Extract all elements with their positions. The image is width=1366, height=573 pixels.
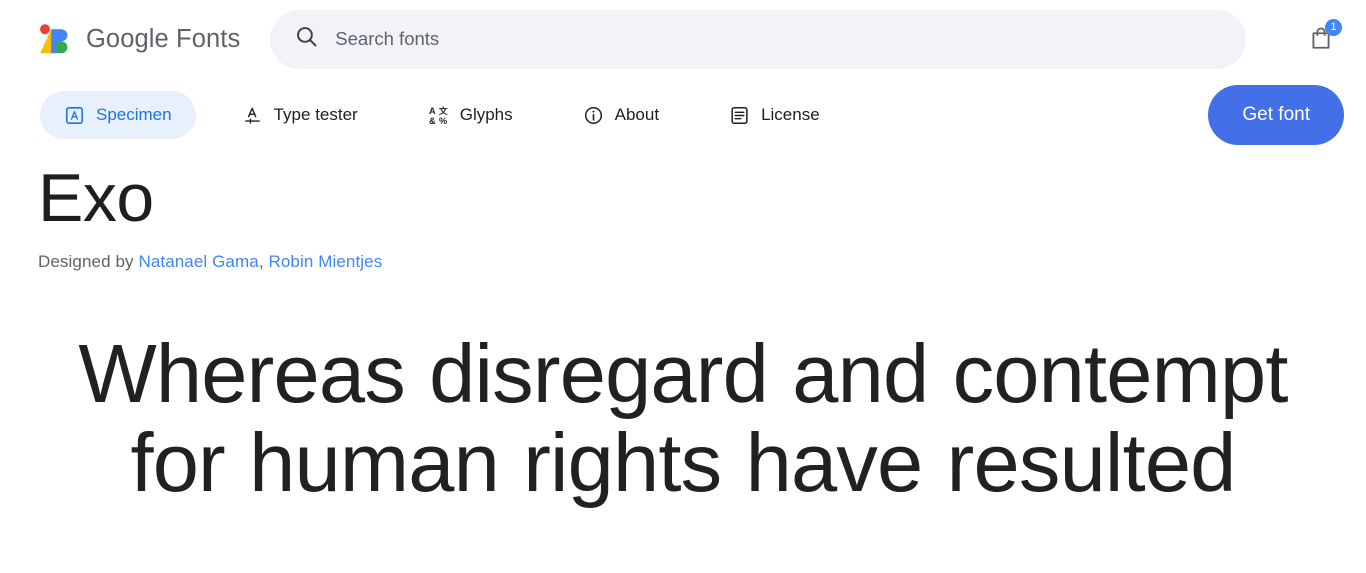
tab-type-tester-label: Type tester [273, 105, 358, 124]
search-input[interactable] [335, 9, 1225, 69]
tab-glyphs[interactable]: A 文 & % Glyphs [404, 91, 537, 139]
specimen-preview-text: Whereas disregard and contempt for human… [78, 327, 1288, 509]
tab-type-tester[interactable]: Type tester [218, 91, 382, 139]
svg-text:A: A [429, 105, 436, 115]
google-fonts-brand[interactable]: Google Fonts [38, 22, 240, 56]
license-icon [729, 105, 750, 126]
info-icon [583, 105, 604, 126]
designed-by-prefix: Designed by [38, 252, 139, 271]
page-title: Exo [38, 160, 154, 236]
font-header: Exo Designed by Natanael Gama, Robin Mie… [0, 152, 1366, 272]
tab-about-label: About [614, 105, 660, 124]
tab-list: Specimen Type tester A 文 & % Glyphs Abou… [40, 91, 1208, 139]
search-box[interactable] [270, 9, 1247, 69]
tab-glyphs-label: Glyphs [459, 105, 513, 124]
type-tester-icon [242, 105, 263, 126]
brand-text: Google Fonts [86, 25, 240, 54]
tab-specimen-label: Specimen [96, 105, 172, 124]
specimen-icon [64, 105, 85, 126]
tab-bar: Specimen Type tester A 文 & % Glyphs Abou… [0, 78, 1366, 152]
svg-text:%: % [439, 115, 447, 125]
cart-button[interactable]: 1 [1298, 16, 1344, 62]
glyphs-icon: A 文 & % [428, 105, 449, 126]
designer-link-2[interactable]: Robin Mientjes [268, 252, 382, 271]
app-header: Google Fonts 1 [0, 0, 1366, 78]
brand-word-fonts: Fonts [176, 24, 241, 53]
get-font-button[interactable]: Get font [1208, 85, 1344, 145]
tab-about[interactable]: About [559, 91, 683, 139]
search-area [240, 9, 1298, 69]
designed-by-line: Designed by Natanael Gama, Robin Mientje… [38, 252, 1326, 272]
tab-license[interactable]: License [705, 91, 844, 139]
search-icon [294, 24, 319, 54]
google-fonts-logo [38, 22, 74, 56]
tab-license-label: License [761, 105, 820, 124]
cart-badge: 1 [1325, 19, 1342, 36]
brand-word-google: Google [86, 24, 169, 53]
tab-specimen[interactable]: Specimen [40, 91, 196, 139]
designer-link-1[interactable]: Natanael Gama [138, 252, 258, 271]
svg-text:&: & [429, 115, 436, 125]
